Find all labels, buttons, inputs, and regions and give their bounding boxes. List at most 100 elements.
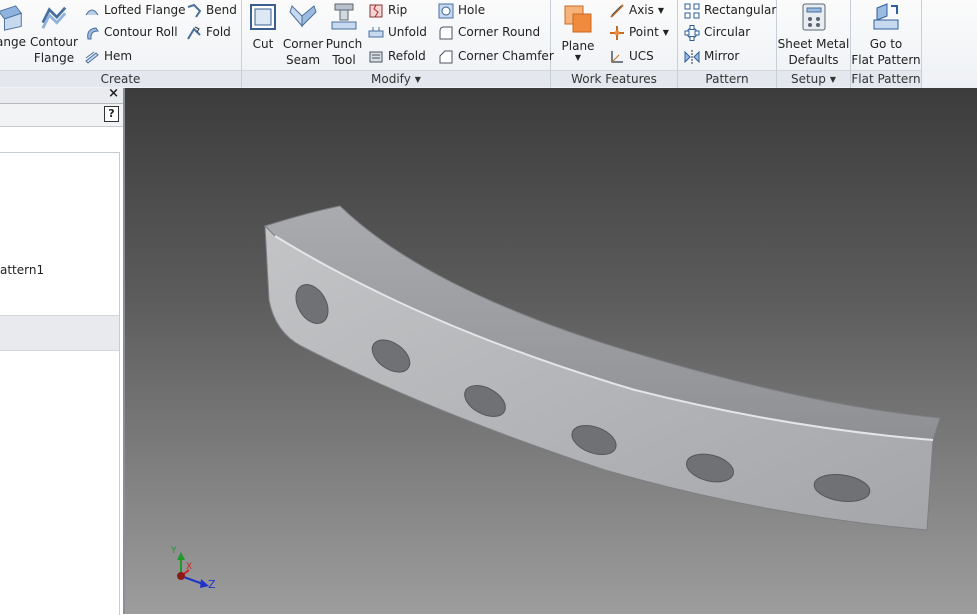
model-browser: × ? attern1 [0,86,125,615]
corner-round-button[interactable]: Corner Round [438,22,540,42]
go-to-flat-pattern-label-2: Flat Pattern [851,53,921,67]
sheet-metal-defaults-icon [802,3,825,31]
flat-pattern-icon [873,3,899,30]
cut-icon [250,4,276,30]
circular-label: Circular [704,25,751,39]
plane-dropdown-icon[interactable]: ▼ [557,54,599,62]
modify-panel: Cut Corner Seam Punch Tool Rip Unfold Re… [242,0,554,88]
contour-flange-button[interactable]: Contour Flange [30,0,78,66]
flange-label: ange [0,35,26,49]
flange-icon [0,5,23,31]
triad-y-label: Y [171,546,177,556]
refold-label: Refold [388,49,426,63]
tree-item-label: attern1 [0,263,45,277]
contour-roll-icon [84,25,100,41]
chevron-down-icon: ▼ [414,74,421,84]
lofted-flange-label: Lofted Flange [104,3,186,17]
plane-button[interactable]: Plane ▼ [557,0,599,62]
flat-pattern-panel-label: Flat Pattern [851,70,921,87]
axis-label: Axis [629,3,654,17]
browser-divider-bar[interactable] [0,315,119,351]
punch-tool-icon [331,3,357,30]
fold-icon [186,25,202,41]
fold-button[interactable]: Fold [186,22,231,42]
rectangular-label: Rectangular [704,3,777,17]
create-panel-label: Create [0,70,241,87]
sheet-metal-defaults-label-2: Defaults [788,53,839,67]
corner-round-icon [438,25,454,41]
unfold-button[interactable]: Unfold [368,22,427,42]
corner-chamfer-button[interactable]: Corner Chamfer [438,46,554,66]
mirror-icon [684,49,700,65]
corner-chamfer-label: Corner Chamfer [458,49,554,63]
point-button[interactable]: Point ▼ [609,22,669,42]
refold-button[interactable]: Refold [368,46,426,66]
axis-dropdown-icon[interactable]: ▼ [658,6,664,15]
setup-panel-title: Setup [790,72,826,86]
bend-icon [186,3,202,19]
hem-button[interactable]: Hem [84,46,132,66]
lofted-flange-button[interactable]: Lofted Flange [84,0,186,20]
axis-icon [609,3,625,19]
help-icon[interactable]: ? [104,106,119,122]
hole-icon [438,3,454,19]
rip-button[interactable]: Rip [368,0,407,20]
modify-panel-label[interactable]: Modify ▼ [242,70,550,87]
pattern-panel-label: Pattern [678,70,776,87]
setup-panel-label[interactable]: Setup ▼ [777,70,850,87]
go-to-flat-pattern-button[interactable]: Go to Flat Pattern [851,0,921,68]
coordinate-triad: Y X Z [167,546,227,596]
contour-roll-button[interactable]: Contour Roll [84,22,178,42]
browser-toolbar: ? [0,104,123,127]
punch-tool-label-1: Punch [325,37,363,51]
ucs-button[interactable]: UCS [609,46,654,66]
browser-tree-item[interactable]: attern1 [0,263,44,277]
hole-button[interactable]: Hole [438,0,485,20]
contour-flange-icon [41,6,67,29]
ucs-label: UCS [629,49,654,63]
bend-label: Bend [206,3,237,17]
browser-close-button[interactable]: × [108,86,119,101]
triad-z-label: Z [208,578,216,591]
go-to-flat-pattern-label-1: Go to [869,37,903,51]
fold-label: Fold [206,25,231,39]
punch-tool-label-2: Tool [332,53,356,67]
hem-icon [84,49,100,65]
flange-button[interactable]: ange [0,0,28,50]
flat-pattern-panel: Go to Flat Pattern Flat Pattern [851,0,922,88]
browser-titlebar: × [0,86,123,104]
modify-panel-title: Modify [371,72,411,86]
cut-button[interactable]: Cut [246,0,280,52]
corner-seam-button[interactable]: Corner Seam [282,0,324,68]
setup-panel: Sheet Metal Defaults Setup ▼ [777,0,851,88]
corner-seam-icon [289,5,317,28]
contour-flange-label-2: Flange [33,51,75,65]
unfold-label: Unfold [388,25,427,39]
corner-chamfer-icon [438,49,454,65]
punch-tool-button[interactable]: Punch Tool [324,0,364,68]
browser-tree: attern1 [0,152,120,615]
refold-icon [368,49,384,65]
work-features-panel-label: Work Features [551,70,677,87]
mirror-label: Mirror [704,49,740,63]
unfold-icon [368,25,384,41]
sheet-metal-defaults-button[interactable]: Sheet Metal Defaults [777,0,850,68]
bend-button[interactable]: Bend [186,0,237,20]
point-icon [609,25,625,41]
plane-icon [564,5,592,33]
circular-pattern-icon [684,24,700,41]
sheet-metal-part[interactable] [125,88,977,614]
chevron-down-icon: ▼ [829,74,837,84]
point-dropdown-icon[interactable]: ▼ [663,28,669,37]
axis-button[interactable]: Axis ▼ [609,0,664,20]
mirror-button[interactable]: Mirror [684,46,739,66]
corner-seam-label-1: Corner [282,37,324,51]
circular-pattern-button[interactable]: Circular [684,22,750,42]
cut-label: Cut [252,37,274,51]
ucs-icon [609,49,625,65]
contour-roll-label: Contour Roll [104,25,178,39]
rectangular-pattern-button[interactable]: Rectangular [684,0,776,20]
graphics-viewport[interactable]: Y X Z [125,88,977,614]
lofted-flange-icon [84,3,100,19]
triad-x-label: X [186,562,193,572]
